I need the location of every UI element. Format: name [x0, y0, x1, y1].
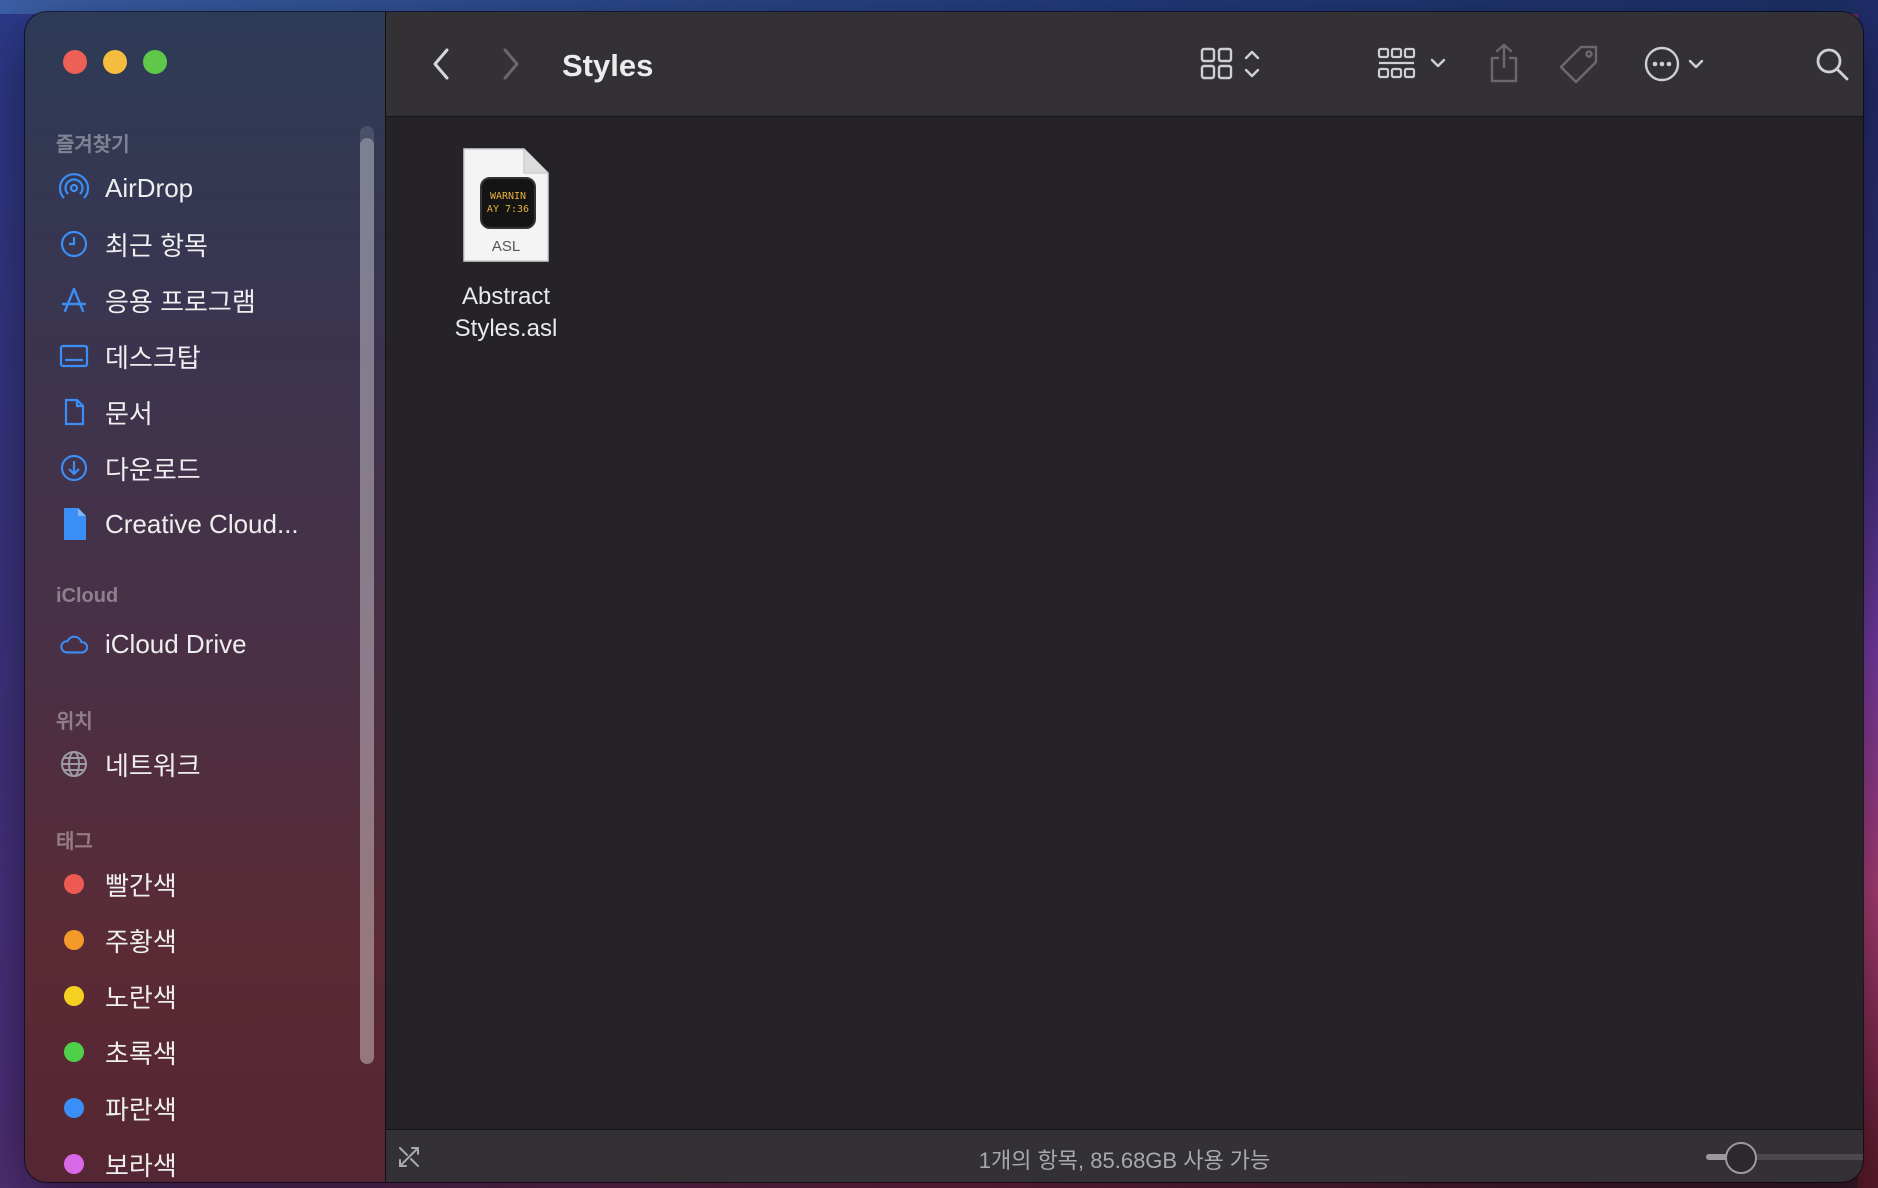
sidebar-item-label: 보라색: [105, 1150, 177, 1181]
tag-blue-icon: [59, 1093, 89, 1123]
more-actions-button[interactable]: [1642, 42, 1712, 86]
file-name-line: Abstract: [461, 283, 551, 310]
asl-file-icon: WARNIN AY 7:36 ASL: [460, 147, 552, 265]
sidebar-item-label: 파란색: [105, 1094, 177, 1125]
group-icon: [1377, 47, 1416, 79]
sidebar-item-label: 주황색: [105, 926, 177, 957]
clock-icon: [59, 229, 89, 259]
sidebar-item-label: 응용 프로그램: [105, 286, 256, 317]
chevron-up-down-icon: [1244, 50, 1260, 78]
status-text: 1개의 항목, 85.68GB 사용 가능: [978, 1148, 1271, 1173]
group-by-button[interactable]: [1376, 44, 1456, 84]
tag-purple-icon: [59, 1149, 89, 1179]
tag-button[interactable]: [1558, 42, 1602, 86]
icon-grid-icon: [1200, 47, 1233, 80]
sidebar-item-tag-purple[interactable]: 보라색: [53, 1141, 363, 1182]
sidebar-item-creative-cloud[interactable]: Creative Cloud...: [53, 501, 363, 547]
sidebar-item-label: 네트워크: [105, 750, 201, 781]
sidebar-item-label: 빨간색: [105, 870, 177, 901]
airdrop-icon: [59, 173, 89, 203]
globe-icon: [59, 749, 89, 779]
sidebar-section-locations: 위치: [56, 711, 93, 733]
chevron-down-icon: [1688, 59, 1704, 69]
sidebar-item-label: iCloud Drive: [105, 628, 247, 659]
file-thumbnail-screen: WARNIN AY 7:36: [480, 177, 536, 229]
sidebar-section-tags: 태그: [56, 831, 93, 853]
sidebar-item-recents[interactable]: 최근 항목: [53, 221, 363, 267]
file-browser: WARNIN AY 7:36 ASL Abstract Styles.asl: [386, 117, 1863, 1130]
icon-size-slider[interactable]: [1706, 1142, 1863, 1174]
share-icon: [1490, 43, 1518, 83]
cloud-icon: [59, 629, 89, 659]
sidebar-item-tag-yellow[interactable]: 노란색: [53, 973, 363, 1019]
sidebar-item-network[interactable]: 네트워크: [53, 741, 363, 787]
desktop-icon: [59, 341, 89, 371]
sidebar-item-icloud-drive[interactable]: iCloud Drive: [53, 621, 363, 667]
toolbar: Styles: [386, 12, 1863, 117]
sidebar-item-desktop[interactable]: 데스크탑: [53, 333, 363, 379]
sidebar-item-tag-orange[interactable]: 주황색: [53, 917, 363, 963]
sidebar-item-label: 초록색: [105, 1038, 177, 1069]
zoom-window-button[interactable]: [143, 50, 167, 74]
tag-red-icon: [59, 869, 89, 899]
icon-size-slider-knob[interactable]: [1725, 1142, 1758, 1174]
sidebar-item-label: AirDrop: [105, 172, 194, 203]
search-button[interactable]: [1810, 42, 1854, 86]
sidebar-section-icloud: iCloud: [56, 585, 119, 607]
chevron-left-icon: [433, 48, 449, 80]
file-icon: [59, 508, 89, 540]
tag-icon: [1559, 45, 1598, 84]
file-type-badge: ASL: [491, 238, 521, 255]
applications-icon: [59, 285, 89, 315]
sidebar-item-label: 노란색: [105, 982, 177, 1013]
file-name-line: Styles.asl: [454, 315, 558, 342]
sidebar-item-downloads[interactable]: 다운로드: [53, 445, 363, 491]
sidebar-item-label: 다운로드: [105, 454, 201, 485]
sidebar-item-tag-red[interactable]: 빨간색: [53, 861, 363, 907]
sidebar-item-label: 데스크탑: [105, 342, 201, 373]
file-thumbnail-text: WARNIN: [489, 191, 527, 202]
tag-yellow-icon: [59, 981, 89, 1011]
chevron-down-icon: [1430, 58, 1446, 68]
share-button[interactable]: [1484, 40, 1524, 86]
file-thumbnail-text: AY 7:36: [486, 204, 530, 215]
file-item[interactable]: WARNIN AY 7:36 ASL Abstract Styles.asl: [441, 147, 571, 345]
tag-orange-icon: [59, 925, 89, 955]
status-bar: 1개의 항목, 85.68GB 사용 가능: [386, 1129, 1863, 1182]
sidebar-scrollbar[interactable]: [360, 126, 374, 1064]
sidebar-item-airdrop[interactable]: AirDrop: [53, 165, 363, 211]
sidebar-item-applications[interactable]: 응용 프로그램: [53, 277, 363, 323]
sidebar-item-label: 최근 항목: [105, 230, 208, 261]
finder-window: 즐겨찾기 AirDrop 최근 항목 응용 프로그램 데스크탑 문서 다운로드 …: [25, 12, 1863, 1182]
search-icon: [1816, 48, 1849, 81]
sidebar-item-documents[interactable]: 문서: [53, 389, 363, 435]
back-button[interactable]: [426, 44, 456, 84]
sidebar: 즐겨찾기 AirDrop 최근 항목 응용 프로그램 데스크탑 문서 다운로드 …: [25, 12, 386, 1182]
tag-green-icon: [59, 1037, 89, 1067]
sidebar-section-favorites: 즐겨찾기: [56, 134, 130, 156]
file-name: Abstract Styles.asl: [441, 281, 571, 345]
sidebar-item-label: Creative Cloud...: [105, 508, 299, 539]
download-icon: [59, 453, 89, 483]
sidebar-scrollbar-thumb[interactable]: [360, 138, 374, 1064]
window-title: Styles: [562, 48, 654, 83]
view-mode-button[interactable]: [1198, 44, 1278, 84]
sidebar-item-tag-green[interactable]: 초록색: [53, 1029, 363, 1075]
document-icon: [59, 397, 89, 427]
sidebar-item-label: 문서: [105, 398, 153, 429]
chevron-right-icon: [503, 48, 519, 80]
minimize-window-button[interactable]: [103, 50, 127, 74]
close-window-button[interactable]: [63, 50, 87, 74]
sidebar-item-tag-blue[interactable]: 파란색: [53, 1085, 363, 1131]
forward-button[interactable]: [496, 44, 526, 84]
